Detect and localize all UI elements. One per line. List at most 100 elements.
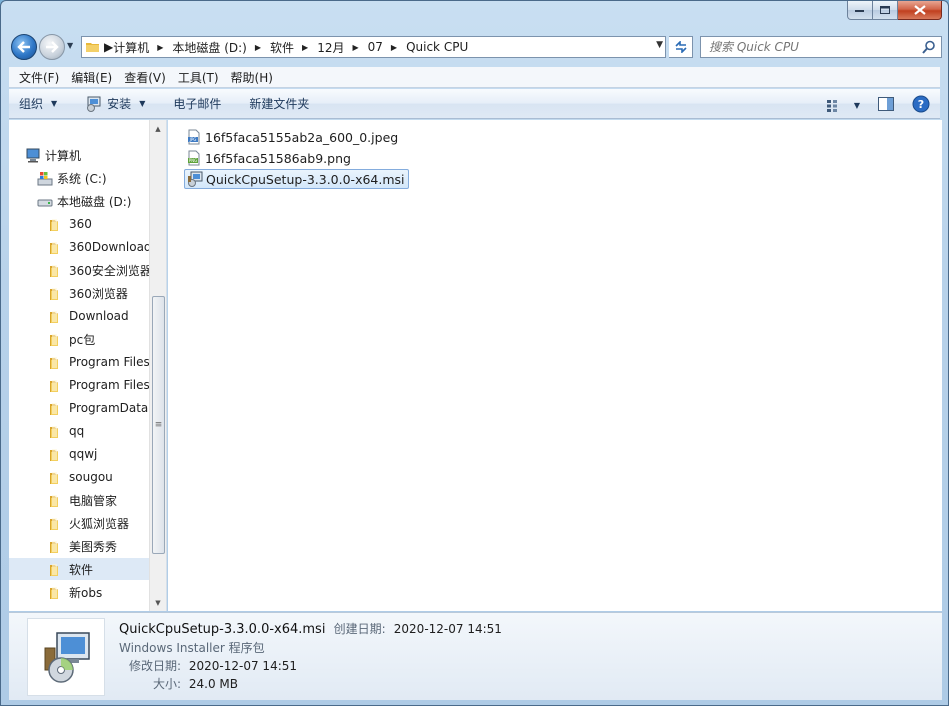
- tree-item-folder[interactable]: 360: [49, 213, 92, 235]
- file-item-jpeg[interactable]: JPG 16f5faca5155ab2a_600_0.jpeg: [184, 127, 401, 147]
- minimize-button[interactable]: [847, 1, 873, 20]
- help-button[interactable]: ?: [912, 95, 930, 116]
- forward-arrow-icon: [46, 41, 59, 53]
- breadcrumb-software[interactable]: 软件 ▶: [270, 39, 317, 56]
- detail-size-value: 24.0 MB: [188, 677, 238, 691]
- detail-created-value: 2020-12-07 14:51: [393, 622, 502, 636]
- folder-icon: [49, 423, 65, 439]
- email-button[interactable]: 电子邮件: [173, 95, 221, 112]
- install-button[interactable]: 安装 ▼: [85, 95, 145, 112]
- organize-button[interactable]: 组织 ▼: [19, 95, 57, 112]
- recent-pages-dropdown-icon[interactable]: ▼: [67, 41, 73, 50]
- search-input[interactable]: [709, 40, 914, 54]
- search-box: [700, 36, 942, 58]
- preview-pane-button[interactable]: [878, 97, 894, 114]
- msi-installer-icon: [44, 632, 90, 683]
- hard-drive-icon: [37, 193, 53, 209]
- scroll-down-icon[interactable]: ▼: [150, 594, 166, 611]
- system-drive-icon: [37, 170, 53, 186]
- tree-item-folder[interactable]: 美图秀秀: [49, 535, 117, 557]
- detail-modified-value: 2020-12-07 14:51: [188, 659, 298, 673]
- tree-item-drive-d[interactable]: 本地磁盘 (D:): [37, 190, 131, 212]
- view-controls: ▼ ?: [826, 95, 930, 116]
- tree-item-folder[interactable]: 新obs: [49, 581, 102, 603]
- folder-icon: [49, 216, 65, 232]
- view-options-icon: [826, 99, 837, 112]
- close-icon: [913, 5, 926, 15]
- file-item-msi[interactable]: QuickCpuSetup-3.3.0.0-x64.msi: [184, 169, 409, 189]
- change-view-button[interactable]: ▼: [826, 99, 860, 113]
- scrollbar-thumb[interactable]: ≡: [152, 296, 165, 554]
- back-button[interactable]: [11, 34, 37, 60]
- tree-item-folder[interactable]: Download: [49, 305, 129, 327]
- folder-icon: [49, 584, 65, 600]
- tree-item-folder[interactable]: 火狐浏览器: [49, 512, 129, 534]
- preview-pane-icon: [878, 97, 894, 111]
- dropdown-arrow-icon: ▼: [51, 99, 58, 108]
- folder-icon: [49, 377, 65, 393]
- detail-modified-label: 修改日期:: [129, 659, 182, 673]
- file-item-png[interactable]: PNG 16f5faca51586ab9.png: [184, 148, 354, 168]
- address-dropdown-icon[interactable]: ▼: [656, 40, 663, 50]
- tree-item-folder[interactable]: 360安全浏览器: [49, 259, 152, 281]
- maximize-button[interactable]: [873, 1, 898, 20]
- menu-tools[interactable]: 工具(T): [172, 69, 225, 86]
- command-bar: 组织 ▼ 安装 ▼ 电子邮件 新建文件夹 ▼ ?: [9, 89, 940, 119]
- tree-item-folder[interactable]: sougou: [49, 466, 113, 488]
- folder-icon: [86, 43, 99, 52]
- forward-button[interactable]: [39, 34, 65, 60]
- folder-icon: [49, 285, 65, 301]
- scroll-up-icon[interactable]: ▲: [150, 120, 166, 137]
- tree-item-folder[interactable]: Program Files: [49, 351, 150, 373]
- explorer-window: ▼ ▶ 计算机 ▶ 本地磁盘 (D:) ▶ 软件 ▶ 12月 ▶ 07 ▶ Quick C…: [0, 0, 949, 706]
- tree-item-folder[interactable]: 软件: [9, 558, 150, 580]
- refresh-icon: [674, 41, 687, 53]
- jpeg-file-icon: JPG: [188, 129, 200, 145]
- folder-icon: [49, 538, 65, 554]
- tree-item-computer[interactable]: 计算机: [25, 144, 81, 166]
- dropdown-arrow-icon: ▼: [853, 101, 860, 110]
- new-folder-button[interactable]: 新建文件夹: [249, 95, 309, 112]
- menu-help[interactable]: 帮助(H): [225, 69, 279, 86]
- breadcrumb-quick-cpu[interactable]: Quick CPU: [406, 40, 468, 54]
- detail-file-name: QuickCpuSetup-3.3.0.0-x64.msi: [119, 622, 326, 637]
- svg-text:PNG: PNG: [189, 158, 198, 163]
- breadcrumb-07[interactable]: 07 ▶: [368, 40, 406, 54]
- tree-item-folder[interactable]: 电脑管家: [49, 489, 117, 511]
- file-list: JPG 16f5faca5155ab2a_600_0.jpeg PNG 16f5…: [168, 120, 942, 611]
- tree-item-drive-c[interactable]: 系统 (C:): [37, 167, 107, 189]
- detail-size-label: 大小:: [153, 677, 182, 691]
- navigation-scrollbar[interactable]: ▲ ≡ ▼: [149, 120, 166, 611]
- svg-text:JPG: JPG: [189, 137, 197, 142]
- address-bar[interactable]: ▶ 计算机 ▶ 本地磁盘 (D:) ▶ 软件 ▶ 12月 ▶ 07 ▶ Quick CPU…: [81, 36, 666, 58]
- folder-icon: [49, 262, 65, 278]
- search-icon[interactable]: [922, 40, 936, 54]
- svg-text:?: ?: [918, 98, 924, 111]
- breadcrumb-december[interactable]: 12月 ▶: [317, 39, 367, 56]
- menu-bar: 文件(F) 编辑(E) 查看(V) 工具(T) 帮助(H): [9, 67, 940, 88]
- menu-edit[interactable]: 编辑(E): [65, 69, 118, 86]
- refresh-button[interactable]: [669, 36, 693, 58]
- folder-icon: [49, 400, 65, 416]
- folder-icon: [49, 515, 65, 531]
- breadcrumb-drive-d[interactable]: 本地磁盘 (D:) ▶: [172, 39, 270, 56]
- detail-created-label: 创建日期:: [333, 622, 386, 636]
- menu-file[interactable]: 文件(F): [13, 69, 65, 86]
- dropdown-arrow-icon: ▼: [139, 99, 146, 108]
- maximize-icon: [879, 5, 890, 14]
- folder-icon: [49, 331, 65, 347]
- tree-item-folder[interactable]: pc包: [49, 328, 95, 350]
- tree-item-folder[interactable]: Program Files: [49, 374, 150, 396]
- tree-item-folder[interactable]: ProgramData: [49, 397, 148, 419]
- menu-view[interactable]: 查看(V): [118, 69, 172, 86]
- tree-item-folder[interactable]: qqwj: [49, 443, 97, 465]
- png-file-icon: PNG: [188, 150, 200, 166]
- back-arrow-icon: [17, 41, 30, 53]
- breadcrumb-computer[interactable]: 计算机 ▶: [113, 39, 172, 56]
- tree-item-folder[interactable]: 360浏览器: [49, 282, 128, 304]
- msi-installer-icon: [188, 171, 203, 187]
- file-thumbnail: [27, 618, 105, 696]
- tree-item-folder[interactable]: qq: [49, 420, 84, 442]
- tree-item-folder[interactable]: 360Download: [49, 236, 152, 258]
- close-button[interactable]: [898, 1, 942, 20]
